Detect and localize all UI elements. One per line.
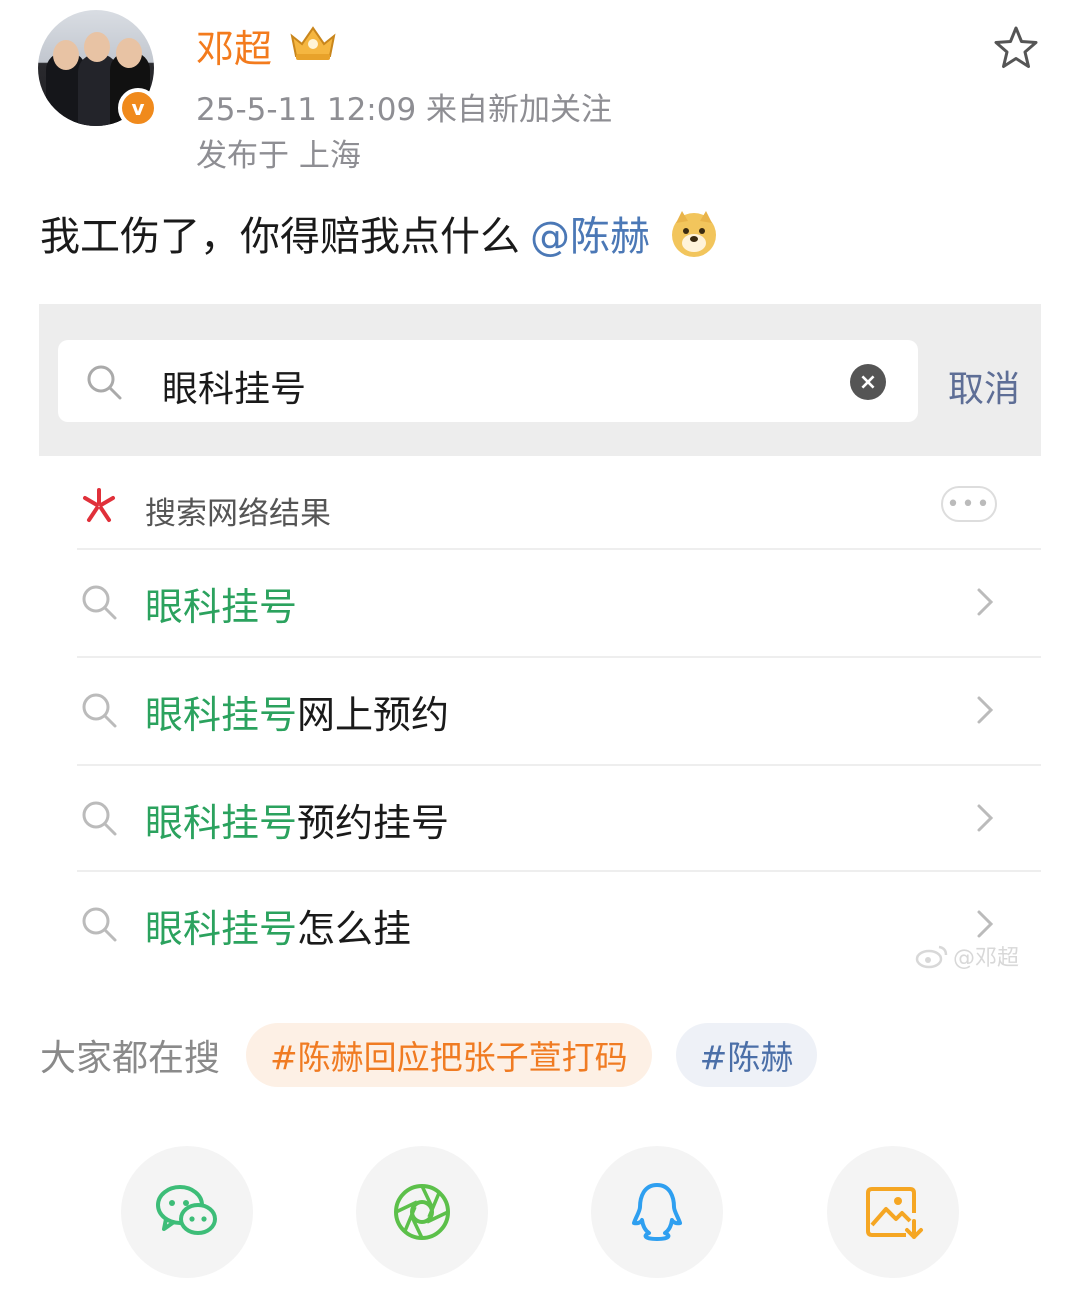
suggestion-item[interactable]: 眼科挂号怎么挂 — [39, 870, 1041, 978]
suggestion-rest: 网上预约 — [297, 693, 450, 737]
search-icon — [82, 907, 117, 942]
suggestion-text: 眼科挂号预约挂号 — [145, 792, 449, 847]
suggestion-text: 眼科挂号怎么挂 — [145, 898, 411, 953]
suggestion-item[interactable]: 眼科挂号 — [39, 548, 1041, 656]
suggestion-highlight: 眼科挂号 — [145, 801, 298, 845]
divider — [77, 764, 1041, 766]
suggestion-highlight: 眼科挂号 — [145, 693, 298, 737]
post-location: 发布于 上海 — [196, 138, 361, 174]
divider — [77, 548, 1041, 550]
suggestion-rest: 怎么挂 — [297, 907, 412, 951]
trending-chip[interactable]: #陈赫 — [675, 1023, 818, 1087]
suggestion-highlight: 眼科挂号 — [145, 585, 298, 629]
post-text: 我工伤了，你得赔我点什么 @陈赫 — [40, 204, 720, 262]
search-icon — [82, 693, 117, 728]
crown-icon — [290, 26, 336, 60]
web-results-row[interactable]: 搜索网络结果 ••• — [39, 456, 1041, 552]
more-icon[interactable]: ••• — [941, 486, 997, 522]
suggestion-highlight: 眼科挂号 — [145, 907, 298, 951]
suggestion-rest: 预约挂号 — [297, 801, 450, 845]
clear-icon[interactable]: × — [850, 364, 886, 400]
embedded-search-screenshot: 眼科挂号 × 取消 搜索网络结果 ••• 眼科挂号 眼科挂号网上预约 眼科挂号预… — [39, 304, 1041, 988]
weibo-watermark: @邓超 — [915, 940, 1019, 972]
trending-chip[interactable]: #陈赫回应把张子萱打码 — [246, 1023, 652, 1087]
watermark-text: @邓超 — [953, 946, 1020, 971]
suggestion-item[interactable]: 眼科挂号网上预约 — [39, 656, 1041, 764]
divider — [77, 870, 1041, 872]
chevron-right-icon — [977, 804, 994, 832]
divider — [77, 656, 1041, 658]
search-icon — [82, 801, 117, 836]
search-icon — [87, 365, 122, 400]
cancel-button[interactable]: 取消 — [948, 360, 1020, 412]
trending-label: 大家都在搜 — [40, 1038, 221, 1079]
share-moments-button[interactable] — [356, 1146, 488, 1278]
save-image-icon — [866, 1187, 923, 1239]
star-icon[interactable] — [992, 24, 1040, 72]
wechat-icon — [156, 1185, 217, 1235]
post-header: v 邓超 25-5-11 12:09 来自新加关注 发布于 上海 — [0, 0, 1080, 180]
qq-icon — [632, 1183, 682, 1241]
search-input[interactable]: 眼科挂号 × — [58, 340, 918, 422]
chevron-right-icon — [977, 588, 994, 616]
username[interactable]: 邓超 — [196, 18, 272, 73]
trending-row: 大家都在搜 #陈赫回应把张子萱打码 #陈赫 — [40, 1022, 841, 1088]
search-icon — [82, 585, 117, 620]
chevron-right-icon — [977, 696, 994, 724]
suggestion-text: 眼科挂号 — [145, 576, 297, 631]
search-engine-logo-icon — [83, 488, 115, 522]
weibo-logo-icon — [915, 945, 948, 969]
search-query: 眼科挂号 — [162, 369, 307, 410]
web-results-label: 搜索网络结果 — [145, 496, 331, 532]
share-qq-button[interactable] — [591, 1146, 723, 1278]
suggestion-item[interactable]: 眼科挂号预约挂号 — [39, 764, 1041, 872]
post-body: 我工伤了，你得赔我点什么 — [40, 214, 520, 260]
doge-emoji-icon — [672, 211, 716, 257]
post-meta: 25-5-11 12:09 来自新加关注 — [196, 92, 613, 128]
suggestion-text: 眼科挂号网上预约 — [145, 684, 449, 739]
moments-icon — [394, 1184, 450, 1240]
mention-link[interactable]: @陈赫 — [530, 204, 650, 262]
verified-badge-icon: v — [118, 88, 158, 128]
search-bar-area: 眼科挂号 × 取消 — [39, 304, 1041, 456]
save-image-button[interactable] — [827, 1146, 959, 1278]
chevron-right-icon — [977, 910, 994, 938]
share-wechat-button[interactable] — [121, 1146, 253, 1278]
